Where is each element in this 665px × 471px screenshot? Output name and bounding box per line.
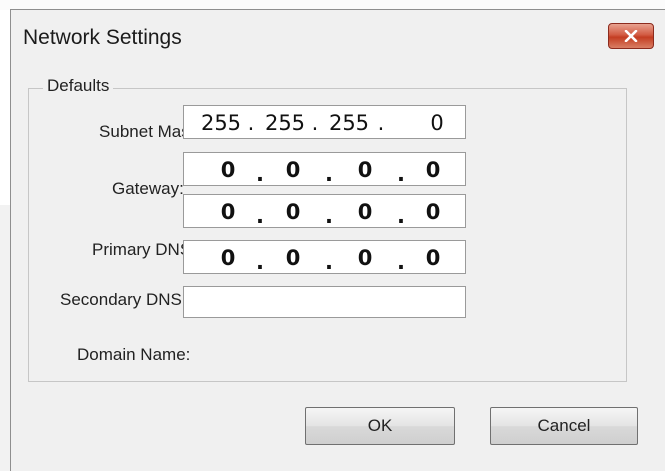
defaults-group-legend: Defaults [43, 76, 114, 96]
dns-octet-4: 0 [425, 246, 441, 270]
cancel-button[interactable]: Cancel [490, 407, 638, 445]
title-bar[interactable]: Network Settings [11, 10, 665, 62]
close-button[interactable] [608, 23, 654, 49]
ip-dot: . [325, 204, 333, 228]
close-icon [624, 30, 638, 42]
ip-dot: . [311, 111, 319, 135]
secondary-dns-input[interactable] [183, 286, 466, 318]
ip-octet-3: 0 [357, 200, 373, 224]
ip-dot: . [325, 162, 333, 186]
gateway-octet-2: 0 [285, 158, 301, 182]
secondary-dns-label: Secondary DNS: [60, 290, 187, 309]
gateway-octet-4: 0 [425, 158, 441, 182]
subnet-octet-3: 255 [328, 111, 370, 135]
ok-button[interactable]: OK [305, 407, 455, 445]
primary-dns-input[interactable]: 0 . 0 . 0 . 0 [183, 240, 466, 274]
gateway-input[interactable]: 0 . 0 . 0 . 0 [183, 152, 466, 186]
dns-octet-3: 0 [357, 246, 373, 270]
subnet-mask-input[interactable]: 255 . 255 . 255 . 0 [183, 105, 466, 139]
gateway-octet-3: 0 [357, 158, 373, 182]
dialog-title: Network Settings [23, 26, 182, 49]
ip-octet-1: 0 [220, 200, 236, 224]
ip-octet-4: 0 [425, 200, 441, 224]
subnet-octet-2: 255 [264, 111, 306, 135]
dns-octet-1: 0 [220, 246, 236, 270]
ip-dot: . [325, 250, 333, 274]
ip-dot: . [247, 111, 255, 135]
subnet-octet-1: 255 [200, 111, 242, 135]
gateway-octet-1: 0 [220, 158, 236, 182]
primary-dns-label: Primary DNS: [92, 240, 193, 259]
dns-octet-2: 0 [285, 246, 301, 270]
ip-octet-2: 0 [285, 200, 301, 224]
domain-name-label: Domain Name: [77, 345, 191, 364]
ip-dot: . [377, 111, 385, 135]
ip-address-input[interactable]: 0 . 0 . 0 . 0 [183, 194, 466, 228]
subnet-octet-4: 0 [430, 111, 444, 135]
